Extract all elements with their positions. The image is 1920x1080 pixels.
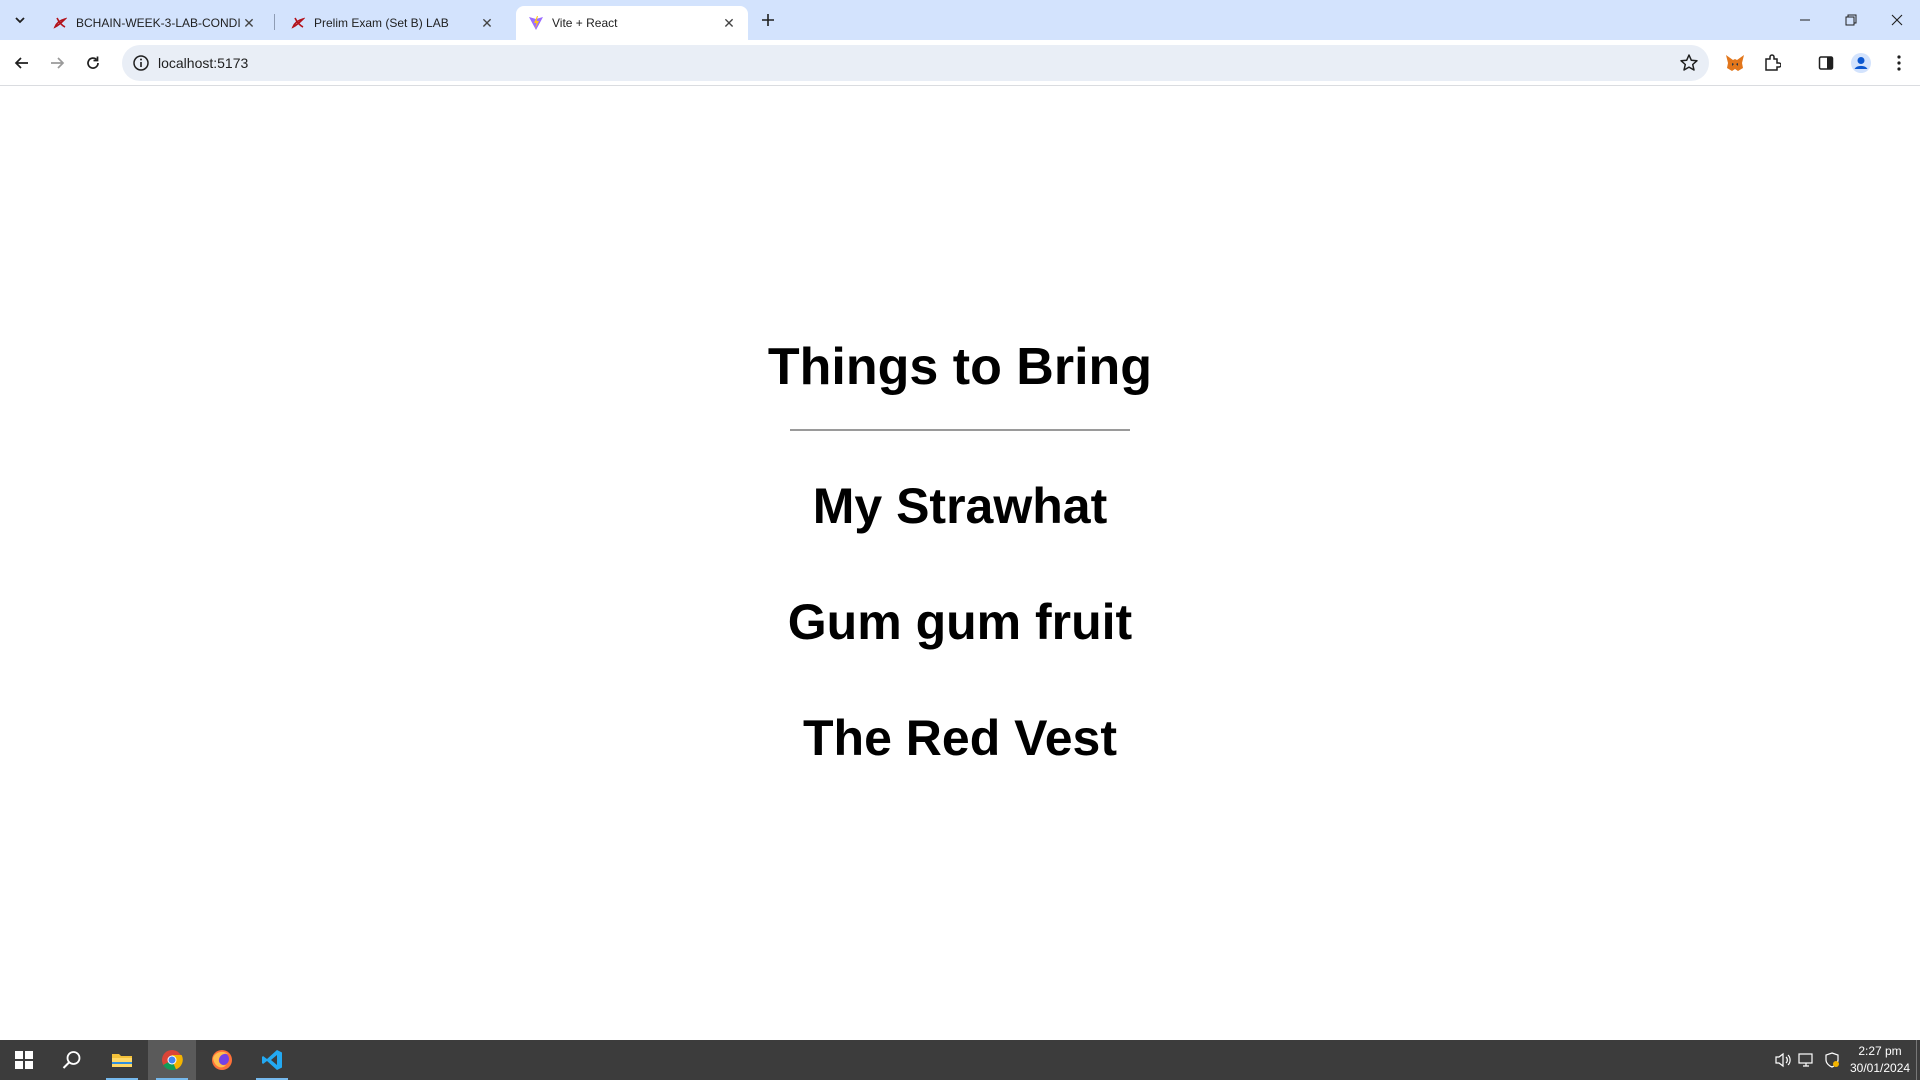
new-tab-button[interactable]	[756, 8, 780, 32]
firefox-button[interactable]	[198, 1040, 246, 1080]
arrow-left-icon	[14, 57, 28, 69]
restore-button[interactable]	[1828, 0, 1874, 40]
list-item: Gum gum fruit	[787, 594, 1133, 650]
tab-prelim-exam[interactable]: Prelim Exam (Set B) LAB ✕	[278, 6, 506, 40]
system-clock[interactable]: 2:27 pm 30/01/2024	[1850, 1043, 1910, 1077]
show-desktop-button[interactable]	[1916, 1040, 1920, 1080]
minimize-button[interactable]	[1782, 0, 1828, 40]
close-window-button[interactable]	[1874, 0, 1920, 40]
plus-icon	[762, 14, 774, 26]
close-icon[interactable]: ✕	[478, 14, 496, 32]
address-bar[interactable]: localhost:5173	[122, 45, 1709, 81]
vscode-button[interactable]	[248, 1040, 296, 1080]
vite-icon	[528, 15, 544, 31]
list-item: The Red Vest	[803, 710, 1117, 766]
start-icon	[15, 1051, 33, 1069]
tab-separator	[274, 14, 275, 30]
bookmark-star-icon[interactable]	[1679, 53, 1699, 73]
tab-bchain-week-3[interactable]: BCHAIN-WEEK-3-LAB-CONDITI ✕	[40, 6, 268, 40]
profile-avatar-icon[interactable]	[1849, 51, 1873, 75]
tab-strip: BCHAIN-WEEK-3-LAB-CONDITI ✕ Prelim Exam …	[0, 0, 1920, 40]
network-icon[interactable]	[1797, 1050, 1817, 1070]
url-text: localhost:5173	[158, 55, 249, 71]
divider	[790, 429, 1130, 431]
search-icon	[62, 1051, 81, 1069]
restore-icon	[1845, 14, 1857, 26]
search-button[interactable]	[48, 1040, 96, 1080]
clock-time: 2:27 pm	[1858, 1044, 1902, 1058]
tab-title: Vite + React	[552, 16, 618, 30]
chevron-down-icon	[15, 17, 25, 24]
file-explorer-button[interactable]	[98, 1040, 146, 1080]
volume-icon[interactable]	[1774, 1050, 1794, 1070]
vscode-icon	[262, 1050, 282, 1070]
reload-button[interactable]	[79, 49, 107, 77]
close-icon[interactable]: ✕	[720, 14, 738, 32]
pdf-icon	[52, 15, 68, 31]
close-icon	[1891, 14, 1903, 26]
back-button[interactable]	[8, 49, 36, 77]
chrome-button[interactable]	[148, 1040, 196, 1080]
pdf-icon	[290, 15, 306, 31]
file-explorer-icon	[112, 1054, 132, 1067]
side-panel-icon[interactable]	[1814, 51, 1838, 75]
reload-icon	[87, 56, 99, 69]
clock-date: 30/01/2024	[1850, 1061, 1911, 1075]
browser-toolbar: localhost:5173	[0, 40, 1920, 114]
tab-search-button[interactable]	[8, 8, 32, 32]
menu-kebab-icon[interactable]	[1887, 51, 1911, 75]
info-icon[interactable]	[132, 54, 150, 72]
firefox-icon	[212, 1050, 232, 1070]
chrome-icon	[162, 1050, 183, 1071]
page-content: Things to Bring My Strawhat Gum gum frui…	[0, 337, 1920, 825]
taskbar: 2:27 pm 30/01/2024	[0, 1040, 1920, 1080]
tab-title: Prelim Exam (Set B) LAB	[314, 16, 449, 30]
extensions-icon[interactable]	[1760, 51, 1784, 75]
page-title: Things to Bring	[767, 338, 1153, 396]
list-item: My Strawhat	[812, 478, 1108, 534]
close-icon[interactable]: ✕	[240, 14, 258, 32]
metamask-extension-icon[interactable]	[1723, 51, 1747, 75]
tab-title: BCHAIN-WEEK-3-LAB-CONDITI	[76, 16, 240, 30]
start-button[interactable]	[0, 1040, 48, 1080]
forward-button[interactable]	[43, 49, 71, 77]
security-shield-icon[interactable]	[1822, 1050, 1842, 1070]
tab-vite-react[interactable]: Vite + React ✕	[516, 6, 748, 40]
web-page: Things to Bring My Strawhat Gum gum frui…	[0, 87, 1920, 1040]
minimize-icon	[1800, 19, 1810, 21]
arrow-right-icon	[51, 57, 65, 69]
